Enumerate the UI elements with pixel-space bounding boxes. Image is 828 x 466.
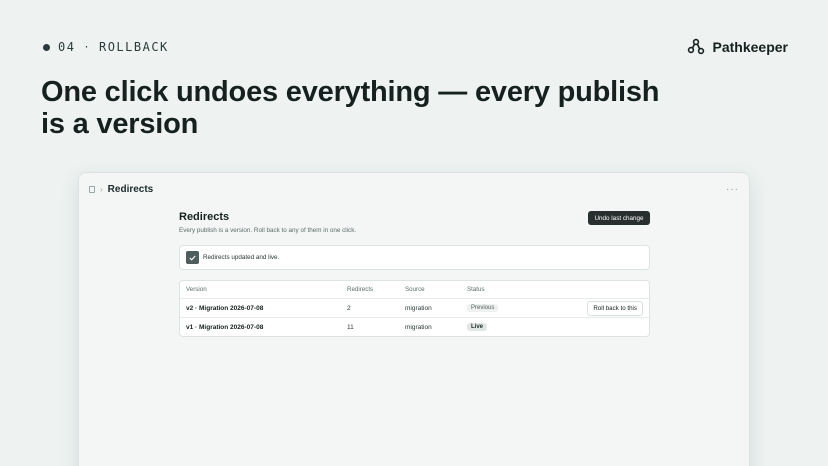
column-header-version: Version <box>186 286 207 293</box>
section-label: ROLLBACK <box>98 40 169 54</box>
status-badge: Live <box>467 323 488 331</box>
versions-table: Version Redirects Source Status v2 · Mig… <box>179 280 650 337</box>
window-titlebar: › Redirects ··· <box>89 181 739 197</box>
table-row: v1 · Migration 2026-07-08 11 migration L… <box>180 317 649 336</box>
column-header-status: Status <box>467 286 485 293</box>
redirects-panel: Redirects Every publish is a version. Ro… <box>179 211 650 337</box>
page-icon <box>89 185 95 193</box>
success-toast: Redirects updated and live. <box>179 245 650 270</box>
more-horizontal-icon[interactable]: ··· <box>726 184 739 195</box>
redirects-cell: 11 <box>347 323 354 331</box>
status-badge: Previous <box>467 304 499 312</box>
column-header-source: Source <box>405 286 425 293</box>
section-number: 04 <box>58 40 76 54</box>
toast-message: Redirects updated and live. <box>203 254 280 261</box>
app-window: › Redirects ··· Redirects Every publish … <box>78 172 750 466</box>
page-subtitle: Every publish is a version. Roll back to… <box>179 227 357 234</box>
bullet-dot-icon <box>43 43 50 51</box>
table-row: v2 · Migration 2026-07-08 2 migration Pr… <box>180 298 649 317</box>
column-header-redirects: Redirects <box>347 286 374 293</box>
table-header: Version Redirects Source Status <box>180 281 649 298</box>
page-title: Redirects <box>179 211 230 223</box>
section-eyebrow: 04 · ROLLBACK <box>43 40 169 54</box>
breadcrumb-title[interactable]: Redirects <box>108 184 154 195</box>
version-cell: v2 · Migration 2026-07-08 <box>186 304 264 312</box>
chevron-right-icon: › <box>100 184 103 194</box>
eyebrow-separator: · <box>83 41 91 53</box>
pathkeeper-logo-icon <box>687 38 704 55</box>
source-cell: migration <box>405 304 432 312</box>
brand-name: Pathkeeper <box>712 39 788 55</box>
redirects-cell: 2 <box>347 304 351 312</box>
page-headline: One click undoes everything — every publ… <box>41 76 660 140</box>
undo-last-change-button[interactable]: Undo last change <box>588 211 650 225</box>
check-icon <box>186 251 199 264</box>
roll-back-button[interactable]: Roll back to this <box>587 300 643 316</box>
version-cell: v1 · Migration 2026-07-08 <box>186 323 264 331</box>
brand-logo: Pathkeeper <box>687 38 788 56</box>
source-cell: migration <box>405 323 432 331</box>
